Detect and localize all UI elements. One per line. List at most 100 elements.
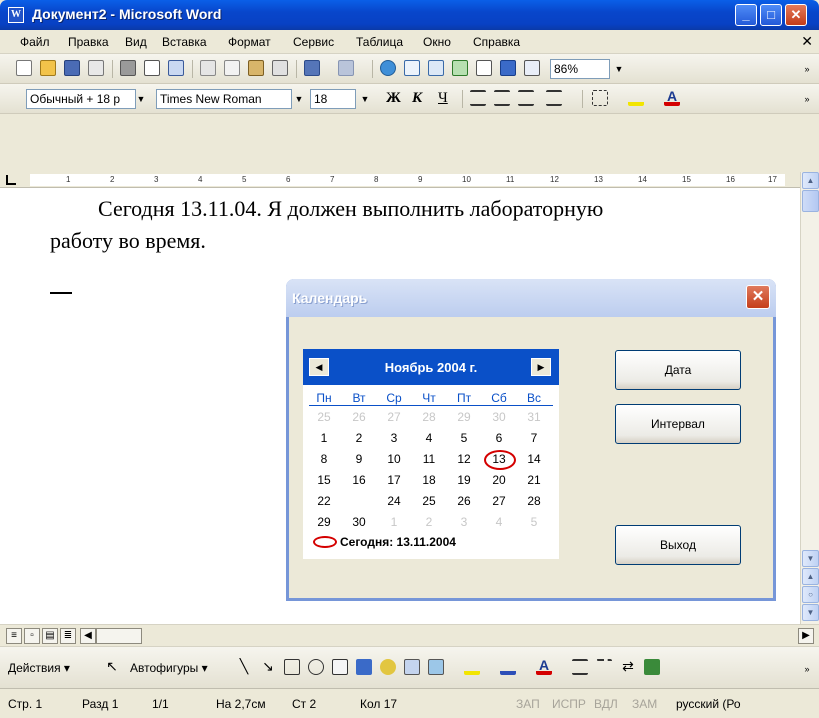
arrow-icon[interactable]: ↘	[260, 659, 278, 677]
web-view-icon[interactable]: ▫	[24, 628, 40, 644]
prev-month-button[interactable]: ◀	[309, 358, 329, 376]
calendar-day[interactable]: 29	[449, 409, 479, 425]
calendar-day[interactable]: 31	[519, 409, 549, 425]
document-text-line-1[interactable]: Сегодня 13.11.04. Я должен выполнить лаб…	[98, 196, 603, 222]
diagram-icon[interactable]	[380, 659, 398, 677]
calendar-day[interactable]: 12	[449, 451, 479, 467]
save-icon[interactable]	[64, 60, 82, 78]
font-dropdown-icon[interactable]: ▼	[292, 89, 306, 109]
calendar-day[interactable]: 9	[344, 451, 374, 467]
style-combo[interactable]: Обычный + 18 р	[26, 89, 136, 109]
calendar-day[interactable]: 30	[344, 514, 374, 530]
calendar-day[interactable]: 28	[519, 493, 549, 509]
fill-color-icon[interactable]	[464, 659, 482, 677]
status-track-changes[interactable]: ИСПР	[552, 697, 586, 711]
menu-table[interactable]: Таблица	[356, 35, 403, 49]
calendar-day[interactable]: 4	[414, 430, 444, 446]
shadow-style-icon[interactable]	[644, 659, 662, 677]
font-combo[interactable]: Times New Roman	[156, 89, 292, 109]
calendar-day[interactable]: 7	[519, 430, 549, 446]
horizontal-ruler[interactable]: 1 2 3 4 5 6 7 8 9 10 11 12 13 14 15 16 1…	[0, 172, 819, 188]
calendar-day[interactable]: 28	[414, 409, 444, 425]
minimize-button[interactable]: _	[735, 4, 757, 26]
line-icon[interactable]: ╲	[236, 659, 254, 677]
calendar-day[interactable]: 25	[414, 493, 444, 509]
zoom-combo[interactable]: 86%	[550, 59, 610, 79]
calendar-day[interactable]: 2	[344, 430, 374, 446]
calendar-day[interactable]: 20	[484, 472, 514, 488]
dash-style-icon[interactable]	[596, 659, 614, 677]
calendar-day[interactable]: 30	[484, 409, 514, 425]
insert-picture-icon[interactable]	[428, 659, 446, 677]
calendar-day[interactable]: 23	[344, 493, 374, 509]
line-color-icon[interactable]	[500, 659, 518, 677]
font-size-dropdown-icon[interactable]: ▼	[358, 89, 372, 109]
print-icon[interactable]	[120, 60, 138, 78]
maximize-button[interactable]: □	[760, 4, 782, 26]
select-browse-object-icon[interactable]: ○	[802, 586, 819, 603]
redo-icon[interactable]	[338, 60, 356, 78]
calendar-day[interactable]: 15	[309, 472, 339, 488]
actions-menu[interactable]: Действия ▾	[8, 661, 70, 675]
close-document-icon[interactable]: ✕	[801, 33, 813, 50]
status-extend[interactable]: ВДЛ	[594, 697, 618, 711]
oval-icon[interactable]	[308, 659, 326, 677]
select-objects-icon[interactable]: ↖	[104, 659, 122, 677]
format-painter-icon[interactable]	[272, 60, 290, 78]
calendar-day[interactable]: 1	[309, 430, 339, 446]
font-size-combo[interactable]: 18	[310, 89, 356, 109]
date-button[interactable]: Дата	[615, 350, 741, 390]
line-style-icon[interactable]	[572, 659, 590, 677]
calendar-day[interactable]: 8	[309, 451, 339, 467]
normal-view-icon[interactable]: ≡	[6, 628, 22, 644]
calendar-day[interactable]: 3	[379, 430, 409, 446]
calendar-day[interactable]: 11	[414, 451, 444, 467]
align-left-icon[interactable]	[470, 90, 488, 108]
calendar-day[interactable]: 24	[379, 493, 409, 509]
columns-icon[interactable]	[476, 60, 494, 78]
status-overtype[interactable]: ЗАМ	[632, 697, 657, 711]
next-page-icon[interactable]: ▼	[802, 604, 819, 621]
document-text-line-2[interactable]: работу во время.	[50, 228, 206, 254]
calendar-day[interactable]: 16	[344, 472, 374, 488]
new-document-icon[interactable]	[16, 60, 34, 78]
title-bar[interactable]: W Документ2 - Microsoft Word _ □ ✕	[0, 0, 819, 30]
menu-tools[interactable]: Сервис	[293, 35, 334, 49]
exit-button[interactable]: Выход	[615, 525, 741, 565]
menu-insert[interactable]: Вставка	[162, 35, 207, 49]
calendar-day[interactable]: 10	[379, 451, 409, 467]
interval-button[interactable]: Интервал	[615, 404, 741, 444]
align-right-icon[interactable]	[518, 90, 536, 108]
toolbar-options-icon[interactable]: »	[800, 59, 814, 79]
insert-table-icon[interactable]	[428, 60, 446, 78]
menu-file[interactable]: Файл	[20, 35, 50, 49]
rectangle-icon[interactable]	[284, 659, 302, 677]
calendar-day[interactable]: 5	[519, 514, 549, 530]
outline-view-icon[interactable]: ≣	[60, 628, 76, 644]
calendar-day[interactable]: 26	[449, 493, 479, 509]
scroll-thumb[interactable]	[802, 190, 819, 212]
tab-stop-selector-icon[interactable]	[6, 175, 16, 185]
word-app-icon[interactable]: W	[8, 7, 24, 23]
underline-button[interactable]: Ч	[438, 90, 448, 107]
next-month-button[interactable]: ▶	[531, 358, 551, 376]
autoshapes-menu[interactable]: Автофигуры ▾	[130, 661, 208, 675]
print-layout-view-icon[interactable]: ▤	[42, 628, 58, 644]
calendar-day[interactable]: 6	[484, 430, 514, 446]
calendar-day[interactable]: 27	[379, 409, 409, 425]
insert-excel-icon[interactable]	[452, 60, 470, 78]
dialog-close-button[interactable]: ✕	[746, 285, 770, 309]
menu-help[interactable]: Справка	[473, 35, 520, 49]
calendar-day[interactable]: 26	[344, 409, 374, 425]
menu-view[interactable]: Вид	[125, 35, 147, 49]
calendar-day[interactable]: 19	[449, 472, 479, 488]
draw-font-color-icon[interactable]: A	[536, 658, 554, 677]
scroll-right-icon[interactable]: ▶	[798, 628, 814, 644]
horizontal-scroll-thumb[interactable]	[96, 628, 142, 644]
previous-page-icon[interactable]: ▲	[802, 568, 819, 585]
borders-icon[interactable]	[592, 90, 610, 108]
calendar-day[interactable]: 29	[309, 514, 339, 530]
menu-window[interactable]: Окно	[423, 35, 451, 49]
align-center-icon[interactable]	[494, 90, 512, 108]
calendar-day[interactable]: 14	[519, 451, 549, 467]
